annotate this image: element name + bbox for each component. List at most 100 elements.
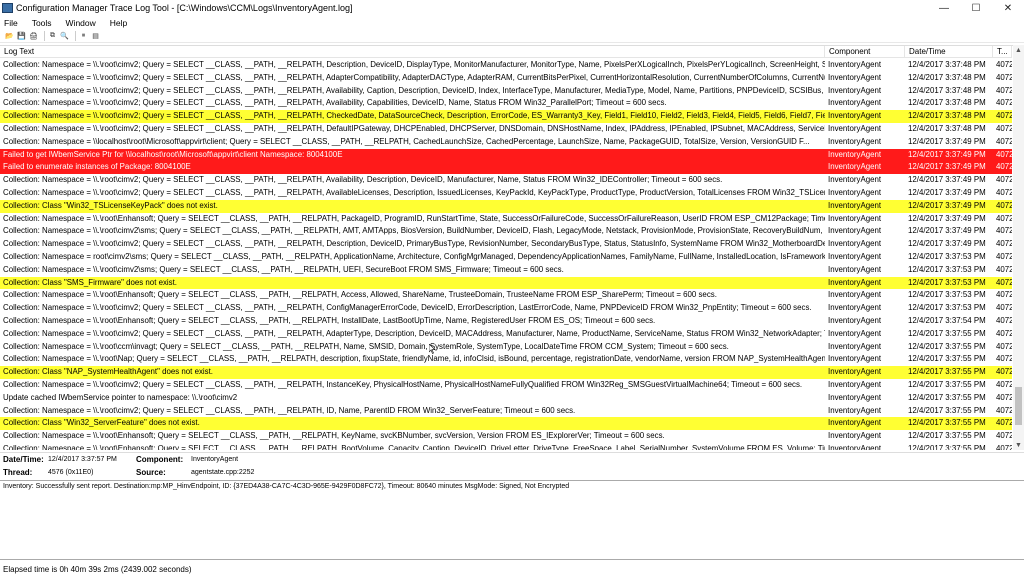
log-row[interactable]: Collection: Namespace = \\.\root\cimv2; … [0,405,1012,418]
print-icon[interactable]: 🖨 [29,32,38,41]
scroll-down-icon[interactable]: ▼ [1013,440,1024,450]
maximize-button[interactable]: ☐ [960,0,992,16]
component-cell: InventoryAgent [828,123,882,133]
log-row[interactable]: Collection: Namespace = \\.\root\cimv2; … [0,187,1012,200]
save-icon[interactable]: 💾 [17,32,26,41]
datetime-cell: 12/4/2017 3:37:49 PM [908,187,986,197]
log-row[interactable]: Collection: Namespace = \\.\root\cimv2; … [0,328,1012,341]
log-row[interactable]: Collection: Namespace = \\.\root\cimv2; … [0,174,1012,187]
log-row[interactable]: Collection: Class "NAP_SystemHealthAgent… [0,366,1012,379]
log-row[interactable]: Collection: Namespace = \\.\root\cimv2; … [0,238,1012,251]
thread-cell: 4072 [996,213,1012,223]
datetime-cell: 12/4/2017 3:37:55 PM [908,443,986,450]
log-row[interactable]: Collection: Namespace = \\.\root\Enhanso… [0,430,1012,443]
log-text-cell: Failed to get IWbemService Ptr for \\loc… [3,149,343,159]
thread-cell: 4072 [996,200,1012,210]
find-icon[interactable]: 🔍 [60,32,69,41]
log-row[interactable]: Update cached IWbemService pointer to na… [0,392,1012,405]
datetime-cell: 12/4/2017 3:37:48 PM [908,85,986,95]
scroll-thumb[interactable] [1015,387,1022,425]
log-row[interactable]: Collection: Namespace = \\.\root\cimv2; … [0,123,1012,136]
menu-file[interactable]: File [2,18,20,28]
column-header-datetime[interactable]: Date/Time [905,46,993,58]
toolbar-separator [75,31,76,41]
menu-help[interactable]: Help [108,18,129,28]
log-row[interactable]: Collection: Namespace = \\.\root\Enhanso… [0,443,1012,450]
component-cell: InventoryAgent [828,72,882,82]
log-row[interactable]: Collection: Class "Win32_ServerFeature" … [0,417,1012,431]
log-text-cell: Collection: Class "Win32_ServerFeature" … [3,418,200,428]
log-row[interactable]: Collection: Namespace = \\.\root\cimv2; … [0,379,1012,392]
datetime-cell: 12/4/2017 3:37:53 PM [908,277,986,287]
thread-cell: 4072 [996,226,1012,236]
datetime-cell: 12/4/2017 3:37:53 PM [908,251,986,261]
thread-cell: 4072 [996,85,1012,95]
datetime-cell: 12/4/2017 3:37:48 PM [908,98,986,108]
close-button[interactable]: ✕ [992,0,1024,16]
datetime-cell: 12/4/2017 3:37:48 PM [908,72,986,82]
log-row[interactable]: Collection: Namespace = \\.\root\cimv2; … [0,59,1012,72]
datetime-cell: 12/4/2017 3:37:48 PM [908,60,986,69]
log-row[interactable]: Collection: Namespace = \\.\root\cimv2; … [0,97,1012,110]
source-value: agentstate.cpp:2252 [191,469,255,476]
title-bar: Configuration Manager Trace Log Tool - [… [0,0,1024,16]
component-cell: InventoryAgent [828,264,882,274]
thread-cell: 4072 [996,60,1012,69]
log-text-cell: Collection: Namespace = \\.\root\ccm\inv… [3,341,729,351]
vertical-scrollbar[interactable]: ▲ ▼ [1013,45,1024,450]
source-label: Source: [136,468,166,477]
log-row[interactable]: Collection: Namespace = \\.\root\cimv2; … [0,85,1012,98]
log-row[interactable]: Collection: Namespace = \\localhost\root… [0,136,1012,149]
component-cell: InventoryAgent [828,136,882,146]
open-icon[interactable]: 📂 [5,32,14,41]
menu-tools[interactable]: Tools [30,18,54,28]
scroll-up-icon[interactable]: ▲ [1013,45,1024,55]
elapsed-time-text: Elapsed time is 0h 40m 39s 2ms (2439.002… [3,565,192,574]
log-text-cell: Update cached IWbemService pointer to na… [3,392,238,402]
log-row[interactable]: Failed to get IWbemService Ptr for \\loc… [0,148,1012,162]
component-value: InventoryAgent [191,456,239,463]
log-grid[interactable]: Log Text Component Date/Time T... Collec… [0,45,1024,450]
thread-cell: 4072 [996,136,1012,146]
component-cell: InventoryAgent [828,418,882,428]
column-header-component[interactable]: Component [825,46,905,58]
copy-icon[interactable]: ⧉ [48,32,57,41]
component-cell: InventoryAgent [828,277,882,287]
component-cell: InventoryAgent [828,392,882,402]
datetime-cell: 12/4/2017 3:37:55 PM [908,328,986,338]
component-cell: InventoryAgent [828,354,882,364]
log-row[interactable]: Failed to enumerate instances of Package… [0,161,1012,175]
log-row[interactable]: Collection: Namespace = \\.\root\Nap; Qu… [0,353,1012,366]
column-header-thread[interactable]: T... [993,46,1012,58]
log-row[interactable]: Collection: Namespace = \\.\root\cimv2\s… [0,264,1012,277]
column-header-log-text[interactable]: Log Text [0,46,825,58]
message-pane[interactable]: Inventory: Successfully sent report. Des… [0,480,1024,560]
log-row[interactable]: Collection: Namespace = \\.\root\Enhanso… [0,289,1012,302]
log-row[interactable]: Collection: Class "SMS_Firmware" does no… [0,276,1012,290]
thread-cell: 4072 [996,239,1012,249]
log-text-cell: Collection: Namespace = \\.\root\cimv2; … [3,111,825,121]
component-cell: InventoryAgent [828,111,882,121]
log-row[interactable]: Collection: Namespace = \\.\root\Enhanso… [0,315,1012,328]
log-row[interactable]: Collection: Namespace = \\.\root\cimv2; … [0,302,1012,315]
log-text-cell: Failed to enumerate instances of Package… [3,162,191,172]
component-cell: InventoryAgent [828,226,882,236]
log-row[interactable]: Collection: Namespace = \\.\root\ccm\inv… [0,341,1012,354]
thread-cell: 4072 [996,367,1012,377]
component-cell: InventoryAgent [828,290,882,300]
log-row[interactable]: Collection: Namespace = \\.\root\Enhanso… [0,213,1012,226]
log-row[interactable]: Collection: Class "Win32_TSLicenseKeyPac… [0,199,1012,213]
view-icon[interactable]: ▤ [91,32,100,41]
log-row[interactable]: Collection: Namespace = \\.\root\cimv2; … [0,110,1012,123]
component-cell: InventoryAgent [828,443,882,450]
log-row[interactable]: Collection: Namespace = \\.\root\cimv2; … [0,72,1012,85]
menu-window[interactable]: Window [64,18,98,28]
thread-cell: 4072 [996,187,1012,197]
thread-label: Thread: [3,468,33,477]
log-row[interactable]: Collection: Namespace = \\.\root\cimv2\s… [0,225,1012,238]
log-text-cell: Collection: Namespace = \\.\root\cimv2; … [3,72,825,82]
pause-icon[interactable]: ⏸ [79,32,88,41]
log-text-cell: Collection: Class "SMS_Firmware" does no… [3,277,177,287]
log-row[interactable]: Collection: Namespace = root\cimv2\sms; … [0,251,1012,264]
minimize-button[interactable]: — [928,0,960,16]
